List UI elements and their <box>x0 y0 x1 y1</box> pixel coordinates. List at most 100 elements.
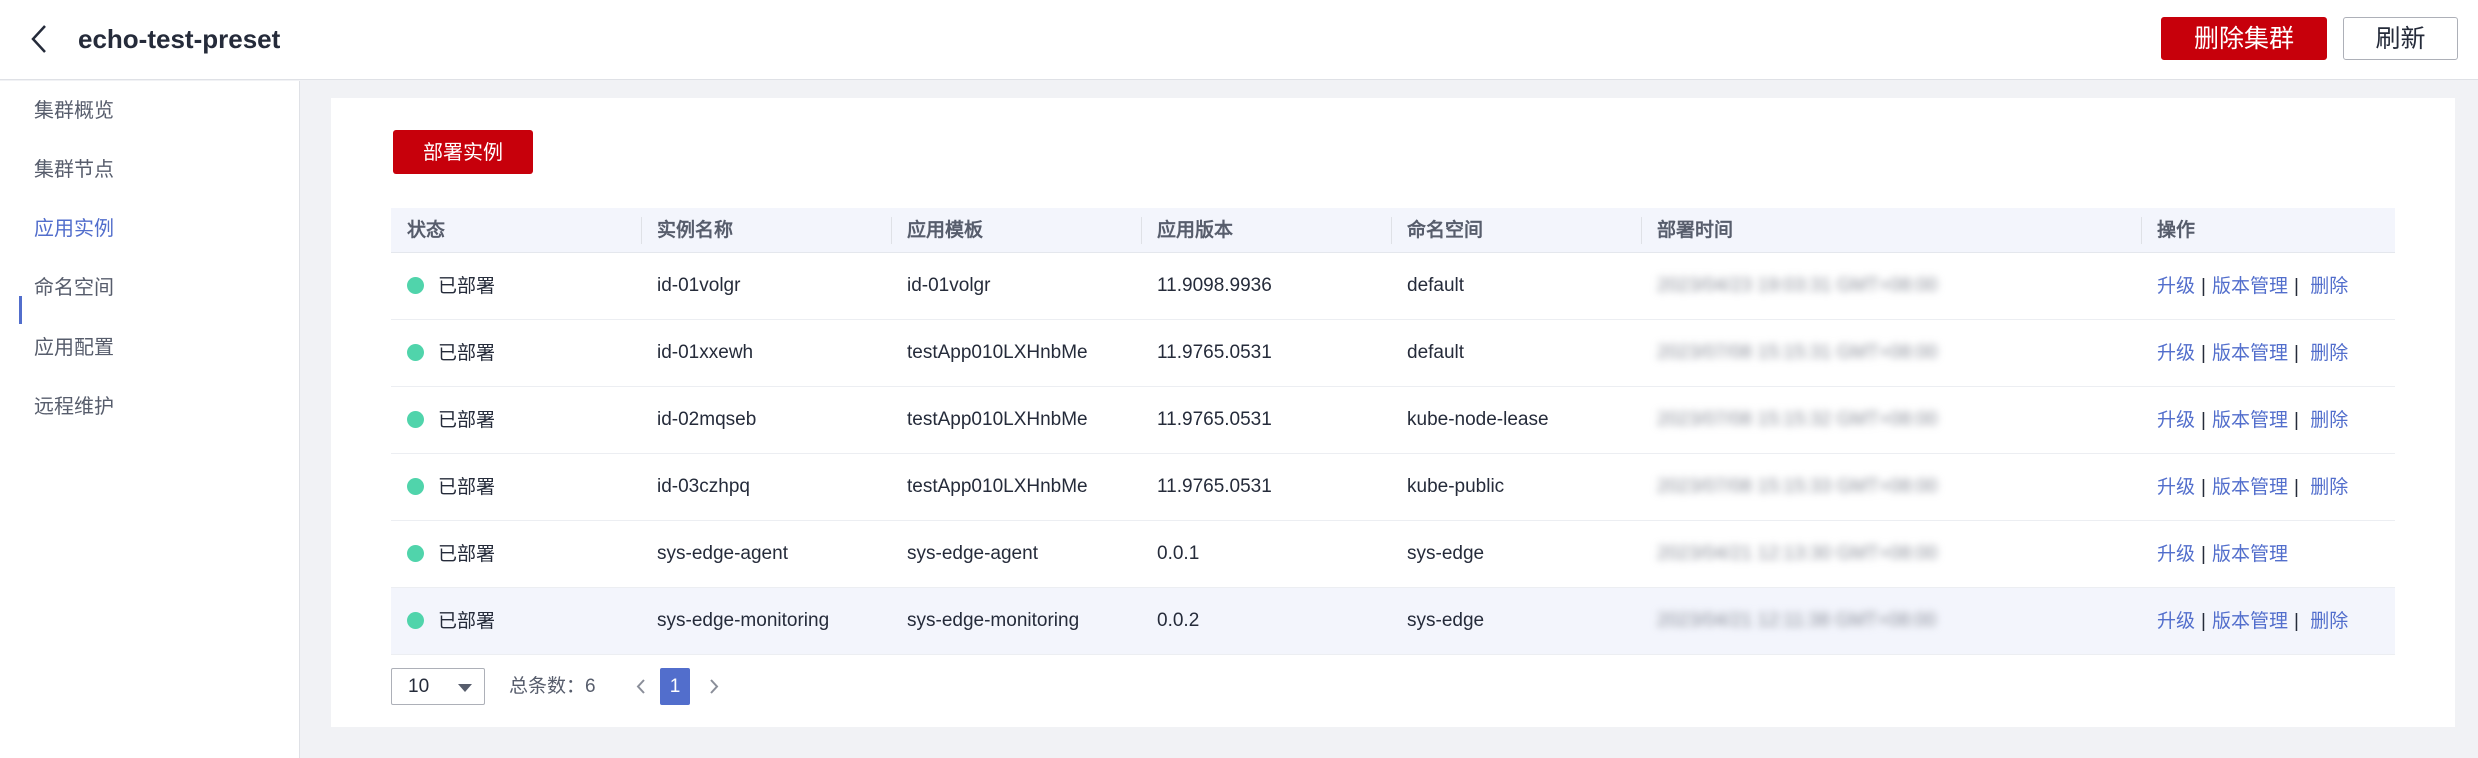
separator: | <box>2293 276 2299 297</box>
page-header: echo-test-preset 删除集群 刷新 <box>0 0 2478 80</box>
column-header-namespace: 命名空间 <box>1407 219 1484 241</box>
upgrade-link[interactable]: 升级 <box>2157 342 2195 364</box>
content-panel: 部署实例 状态 实例名称 应用模板 应用版本 命名空间 部署时间 操作 已部署 … <box>331 98 2455 727</box>
sidebar-item-remote-maintenance[interactable]: 远程维护 <box>34 389 114 423</box>
status-cell: 已部署 <box>391 588 495 654</box>
status-text: 已部署 <box>438 342 496 364</box>
delete-cluster-button[interactable]: 删除集群 <box>2161 17 2327 60</box>
separator: | <box>2201 477 2206 498</box>
column-header-actions: 操作 <box>2157 219 2196 241</box>
status-dot-icon <box>407 544 424 562</box>
delete-link[interactable]: 删除 <box>2310 476 2348 498</box>
version-management-link[interactable]: 版本管理 <box>2212 610 2288 632</box>
app-template: id-01volgr <box>907 275 991 296</box>
delete-link[interactable]: 删除 <box>2310 342 2348 364</box>
separator: | <box>2293 477 2299 498</box>
status-dot-icon <box>407 410 424 428</box>
instances-table: 状态 实例名称 应用模板 应用版本 命名空间 部署时间 操作 已部署 id-01… <box>391 208 2395 655</box>
table-row: 已部署 id-01xxewh testApp010LXHnbMe 11.9765… <box>391 320 2395 387</box>
total-value: 6 <box>585 676 596 697</box>
status-dot-icon <box>407 611 424 629</box>
status-dot-icon <box>407 276 424 294</box>
delete-link[interactable]: 删除 <box>2310 275 2348 297</box>
table-row: 已部署 id-01volgr id-01volgr 11.9098.9936 d… <box>391 253 2395 320</box>
actions-cell: 升级 | 版本管理 | 删除 <box>2141 387 2348 453</box>
table-row: 已部署 id-02mqseb testApp010LXHnbMe 11.9765… <box>391 387 2395 454</box>
upgrade-link[interactable]: 升级 <box>2157 543 2195 565</box>
table-row: 已部署 sys-edge-monitoring sys-edge-monitor… <box>391 588 2395 655</box>
delete-link[interactable]: 删除 <box>2310 409 2348 431</box>
deploy-instance-button[interactable]: 部署实例 <box>393 130 533 174</box>
sidebar-item-app-config[interactable]: 应用配置 <box>34 330 114 364</box>
version-management-link[interactable]: 版本管理 <box>2212 409 2288 431</box>
separator: | <box>2293 611 2299 632</box>
page-number-current[interactable]: 1 <box>660 668 690 705</box>
total-count: 总条数：6 <box>509 668 596 705</box>
sidebar-item-app-instances[interactable]: 应用实例 <box>34 211 114 245</box>
app-version: 11.9765.0531 <box>1157 342 1272 363</box>
next-page-icon[interactable] <box>702 668 726 705</box>
page-size-value: 10 <box>408 676 430 697</box>
upgrade-link[interactable]: 升级 <box>2157 476 2195 498</box>
prev-page-icon[interactable] <box>629 668 653 705</box>
deploy-time: 2023/07/08 15:15:33 GMT+08:00 <box>1657 476 1938 497</box>
version-management-link[interactable]: 版本管理 <box>2212 543 2288 565</box>
version-management-link[interactable]: 版本管理 <box>2212 342 2288 364</box>
instance-name: id-01xxewh <box>657 342 754 363</box>
status-dot-icon <box>407 477 424 495</box>
sidebar: 集群概览 集群节点 应用实例 命名空间 应用配置 远程维护 <box>0 81 300 758</box>
deploy-time: 2023/07/08 15:15:32 GMT+08:00 <box>1657 409 1938 430</box>
namespace: kube-public <box>1407 476 1505 497</box>
actions-cell: 升级 | 版本管理 | 删除 <box>2141 320 2348 386</box>
namespace: default <box>1407 342 1465 363</box>
upgrade-link[interactable]: 升级 <box>2157 610 2195 632</box>
status-cell: 已部署 <box>391 253 495 319</box>
instance-name: id-01volgr <box>657 275 741 296</box>
upgrade-link[interactable]: 升级 <box>2157 275 2195 297</box>
version-management-link[interactable]: 版本管理 <box>2212 275 2288 297</box>
column-header-status: 状态 <box>407 219 446 241</box>
sidebar-item-cluster-nodes[interactable]: 集群节点 <box>34 152 114 186</box>
refresh-button[interactable]: 刷新 <box>2343 17 2458 60</box>
status-text: 已部署 <box>438 275 496 297</box>
actions-cell: 升级 | 版本管理 | 删除 <box>2141 588 2348 654</box>
status-cell: 已部署 <box>391 454 495 520</box>
status-cell: 已部署 <box>391 521 495 587</box>
caret-down-icon <box>458 684 472 692</box>
page-size-select[interactable]: 10 <box>391 668 485 705</box>
sidebar-item-cluster-overview[interactable]: 集群概览 <box>34 93 114 127</box>
sidebar-item-namespaces[interactable]: 命名空间 <box>34 270 114 304</box>
active-indicator <box>19 296 22 324</box>
separator: | <box>2201 276 2206 297</box>
app-template: testApp010LXHnbMe <box>907 476 1088 497</box>
back-arrow-icon[interactable] <box>28 22 52 56</box>
namespace: default <box>1407 275 1465 296</box>
page-title: echo-test-preset <box>78 24 281 54</box>
version-management-link[interactable]: 版本管理 <box>2212 476 2288 498</box>
namespace: sys-edge <box>1407 610 1485 631</box>
status-cell: 已部署 <box>391 387 495 453</box>
instance-name: sys-edge-agent <box>657 543 788 564</box>
upgrade-link[interactable]: 升级 <box>2157 409 2195 431</box>
status-text: 已部署 <box>438 543 496 565</box>
separator: | <box>2201 410 2206 431</box>
app-template: testApp010LXHnbMe <box>907 342 1088 363</box>
separator: | <box>2293 410 2299 431</box>
column-header-deploy-time: 部署时间 <box>1657 219 1734 241</box>
separator: | <box>2201 544 2206 565</box>
status-cell: 已部署 <box>391 320 495 386</box>
app-template: testApp010LXHnbMe <box>907 409 1088 430</box>
app-template: sys-edge-monitoring <box>907 610 1080 631</box>
app-template: sys-edge-agent <box>907 543 1038 564</box>
total-label: 总条数： <box>509 675 586 697</box>
table-row: 已部署 sys-edge-agent sys-edge-agent 0.0.1 … <box>391 521 2395 588</box>
actions-cell: 升级 | 版本管理 | 删除 <box>2141 253 2348 319</box>
separator: | <box>2201 343 2206 364</box>
instance-name: id-03czhpq <box>657 476 750 497</box>
status-text: 已部署 <box>438 476 496 498</box>
deploy-time: 2023/04/21 12:13:30 GMT+08:00 <box>1657 543 1938 564</box>
table-row: 已部署 id-03czhpq testApp010LXHnbMe 11.9765… <box>391 454 2395 521</box>
delete-link[interactable]: 删除 <box>2310 610 2348 632</box>
status-text: 已部署 <box>438 610 496 632</box>
app-version: 0.0.1 <box>1157 543 1200 564</box>
